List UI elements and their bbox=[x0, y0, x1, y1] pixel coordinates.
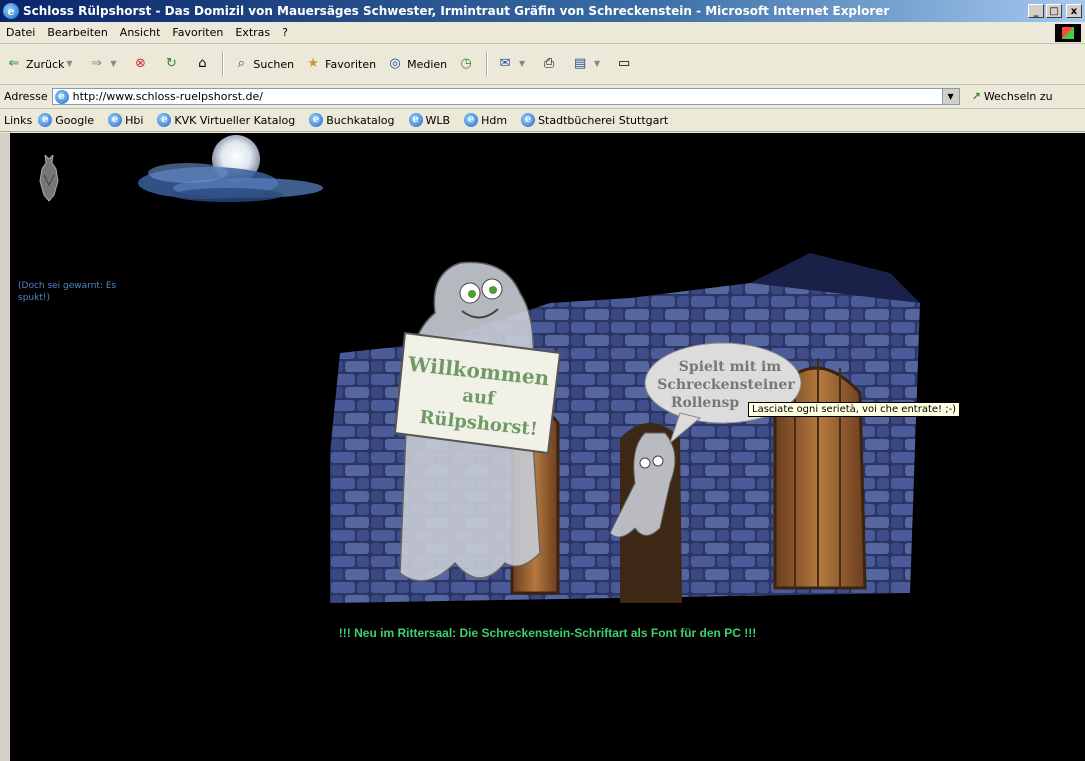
stop-icon: ⊗ bbox=[134, 56, 146, 71]
menu-datei[interactable]: Datei bbox=[0, 26, 41, 39]
chevron-down-icon[interactable]: ▼ bbox=[64, 55, 74, 73]
discuss-icon: ▭ bbox=[617, 56, 631, 71]
menu-bar: Datei Bearbeiten Ansicht Favoriten Extra… bbox=[0, 22, 1085, 44]
link-label: KVK Virtueller Katalog bbox=[174, 113, 296, 127]
go-button[interactable]: ↗ Wechseln zu bbox=[972, 90, 1053, 103]
arrow-left-icon: ⇐ bbox=[8, 56, 20, 71]
sign-line-2: auf bbox=[461, 385, 497, 409]
link-label: Buchkatalog bbox=[326, 113, 395, 127]
close-button[interactable]: x bbox=[1066, 4, 1082, 18]
back-button[interactable]: ⇐ Zurück ▼ bbox=[0, 51, 82, 77]
chevron-down-icon[interactable]: ▼ bbox=[592, 55, 602, 73]
stop-button[interactable]: ⊗ bbox=[126, 51, 157, 77]
chevron-down-icon[interactable]: ▼ bbox=[941, 89, 959, 104]
link-stadtbuecherei[interactable]: e Stadtbücherei Stuttgart bbox=[521, 113, 668, 127]
menu-ansicht[interactable]: Ansicht bbox=[114, 26, 167, 39]
home-button[interactable]: ⌂ bbox=[188, 51, 219, 77]
link-label: WLB bbox=[425, 113, 451, 127]
bubble-line-1: Spielt mit im bbox=[679, 359, 782, 375]
bubble-line-2: Schreckensteiner bbox=[657, 377, 795, 393]
link-google[interactable]: e Google bbox=[38, 113, 94, 127]
refresh-icon: ↻ bbox=[165, 56, 177, 71]
ie-page-icon: e bbox=[464, 113, 479, 127]
ie-page-icon: e bbox=[408, 113, 423, 127]
favorites-button[interactable]: ★ Favoriten bbox=[299, 51, 381, 77]
ie-page-icon: e bbox=[157, 113, 172, 127]
page-content[interactable]: (Doch sei gewarnt: Es spukt!) Willkommen… bbox=[10, 133, 1085, 761]
link-label: Google bbox=[55, 113, 95, 127]
tooltip: Lasciate ogni serietà, voi che entrate! … bbox=[748, 402, 961, 417]
content-left-edge bbox=[0, 133, 10, 761]
favorites-label: Favoriten bbox=[325, 57, 377, 71]
link-label: Hbi bbox=[125, 113, 144, 127]
news-link[interactable]: !!! Neu im Rittersaal: Die Schreckenstei… bbox=[10, 626, 1085, 640]
mail-icon: ✉ bbox=[499, 56, 511, 71]
address-bar: Adresse e http://www.schloss-ruelpshorst… bbox=[0, 85, 1085, 109]
link-hdm[interactable]: e Hdm bbox=[464, 113, 507, 127]
search-button[interactable]: ⌕ Suchen bbox=[227, 51, 299, 77]
link-hbi[interactable]: e Hbi bbox=[108, 113, 143, 127]
media-button[interactable]: ◎ Medien bbox=[381, 51, 452, 77]
toolbar-separator bbox=[222, 52, 225, 76]
history-icon: ◷ bbox=[460, 56, 472, 71]
minimize-button[interactable]: _ bbox=[1028, 4, 1044, 18]
menu-favoriten[interactable]: Favoriten bbox=[166, 26, 229, 39]
edit-icon: ▤ bbox=[573, 56, 587, 71]
refresh-button[interactable]: ↻ bbox=[157, 51, 188, 77]
search-icon: ⌕ bbox=[237, 56, 246, 71]
print-icon: ⎙ bbox=[543, 56, 555, 71]
menu-help[interactable]: ? bbox=[276, 26, 294, 39]
address-input[interactable]: e http://www.schloss-ruelpshorst.de/ ▼ bbox=[51, 88, 960, 105]
windows-logo-icon bbox=[1055, 24, 1081, 42]
links-label: Links bbox=[4, 113, 33, 127]
bat-image bbox=[39, 155, 59, 202]
toolbar: ⇐ Zurück ▼ ⇒ ▼ ⊗ ↻ ⌂ ⌕ Suchen ★ Favorite… bbox=[0, 44, 1085, 85]
address-url[interactable]: http://www.schloss-ruelpshorst.de/ bbox=[73, 90, 263, 103]
chevron-down-icon[interactable]: ▼ bbox=[517, 55, 527, 73]
forward-button[interactable]: ⇒ ▼ bbox=[82, 51, 126, 77]
ie-page-icon: e bbox=[521, 113, 536, 127]
links-bar: Links e Google e Hbi e KVK Virtueller Katal… bbox=[0, 109, 1085, 132]
media-label: Medien bbox=[407, 57, 448, 71]
arrow-right-icon: ⇒ bbox=[90, 56, 102, 71]
title-bar[interactable]: e Schloss Rülpshorst - Das Domizil von M… bbox=[0, 0, 1085, 22]
favorites-icon: ★ bbox=[307, 56, 319, 71]
toolbar-separator bbox=[486, 52, 489, 76]
castle-entrance-image[interactable]: Willkommen auf Rülpshorst! Spielt mit im… bbox=[290, 243, 930, 628]
window-controls: _ □ x bbox=[1028, 4, 1082, 18]
history-button[interactable]: ◷ bbox=[452, 51, 483, 77]
ie-page-icon: e bbox=[38, 113, 53, 127]
ie-page-icon: e bbox=[54, 89, 69, 104]
menu-bearbeiten[interactable]: Bearbeiten bbox=[41, 26, 113, 39]
address-label: Adresse bbox=[4, 90, 48, 103]
print-button[interactable]: ⎙ bbox=[535, 51, 566, 77]
maximize-button[interactable]: □ bbox=[1046, 4, 1062, 18]
ie-logo-icon: e bbox=[3, 3, 19, 19]
link-label: Stadtbücherei Stuttgart bbox=[538, 113, 669, 127]
go-label: Wechseln zu bbox=[983, 90, 1053, 103]
media-icon: ◎ bbox=[389, 56, 401, 71]
link-buchkatalog[interactable]: e Buchkatalog bbox=[309, 113, 395, 127]
ie-page-icon: e bbox=[108, 113, 123, 127]
chevron-down-icon[interactable]: ▼ bbox=[108, 55, 118, 73]
moon-image bbox=[138, 135, 323, 202]
bubble-line-3: Rollensp bbox=[671, 395, 740, 411]
mail-button[interactable]: ✉ ▼ bbox=[491, 51, 535, 77]
menu-extras[interactable]: Extras bbox=[229, 26, 276, 39]
link-kvk[interactable]: e KVK Virtueller Katalog bbox=[157, 113, 295, 127]
window-title: Schloss Rülpshorst - Das Domizil von Mau… bbox=[23, 4, 890, 18]
go-arrow-icon: ↗ bbox=[971, 90, 981, 103]
browser-window: e Schloss Rülpshorst - Das Domizil von M… bbox=[0, 0, 1085, 761]
discuss-button[interactable]: ▭ bbox=[610, 51, 641, 77]
edit-button[interactable]: ▤ ▼ bbox=[566, 51, 610, 77]
link-label: Hdm bbox=[481, 113, 508, 127]
back-label: Zurück bbox=[26, 57, 65, 71]
warning-text: (Doch sei gewarnt: Es spukt!) bbox=[18, 281, 117, 303]
ie-page-icon: e bbox=[309, 113, 324, 127]
search-label: Suchen bbox=[253, 57, 295, 71]
home-icon: ⌂ bbox=[198, 56, 207, 71]
link-wlb[interactable]: e WLB bbox=[408, 113, 451, 127]
